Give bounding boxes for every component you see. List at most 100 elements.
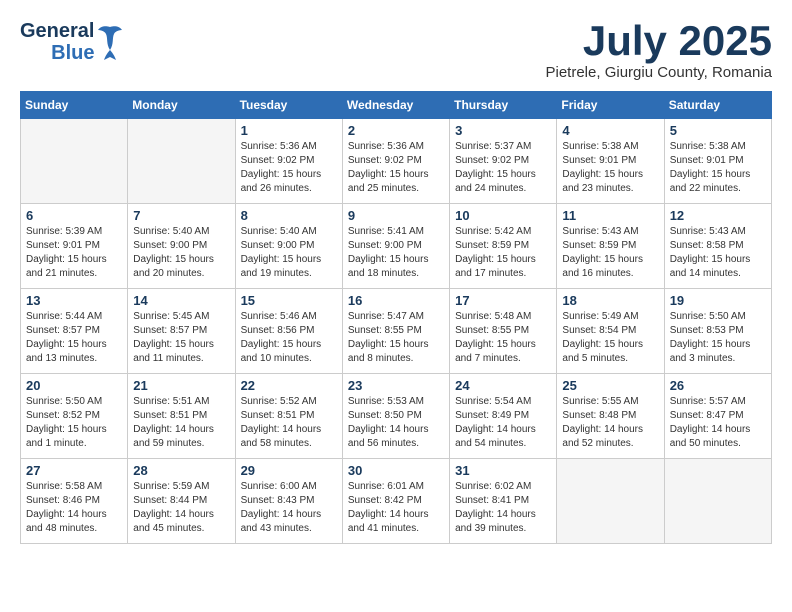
weekday-header-saturday: Saturday — [664, 92, 771, 119]
day-info: Sunrise: 5:50 AM Sunset: 8:53 PM Dayligh… — [670, 310, 766, 366]
day-info: Sunrise: 6:00 AM Sunset: 8:43 PM Dayligh… — [241, 480, 337, 536]
day-number: 30 — [348, 463, 444, 478]
calendar-cell: 21 Sunrise: 5:51 AM Sunset: 8:51 PM Dayli… — [128, 374, 235, 459]
day-number: 31 — [455, 463, 551, 478]
calendar-cell — [664, 459, 771, 544]
day-number: 18 — [562, 293, 658, 308]
calendar-cell: 4 Sunrise: 5:38 AM Sunset: 9:01 PM Daylig… — [557, 119, 664, 204]
week-row-4: 20 Sunrise: 5:50 AM Sunset: 8:52 PM Dayli… — [21, 374, 772, 459]
week-row-1: 1 Sunrise: 5:36 AM Sunset: 9:02 PM Daylig… — [21, 119, 772, 204]
day-info: Sunrise: 5:55 AM Sunset: 8:48 PM Dayligh… — [562, 395, 658, 451]
day-info: Sunrise: 5:40 AM Sunset: 9:00 PM Dayligh… — [133, 225, 229, 281]
day-info: Sunrise: 6:01 AM Sunset: 8:42 PM Dayligh… — [348, 480, 444, 536]
calendar-cell: 15Sunrise: 5:46 AM Sunset: 8:56 PM Dayli… — [235, 289, 342, 374]
day-number: 23 — [348, 378, 444, 393]
calendar-cell: 30 Sunrise: 6:01 AM Sunset: 8:42 PM Dayli… — [342, 459, 449, 544]
weekday-header-tuesday: Tuesday — [235, 92, 342, 119]
day-number: 20 — [26, 378, 122, 393]
day-number: 14 — [133, 293, 229, 308]
day-info: Sunrise: 5:44 AM Sunset: 8:57 PM Dayligh… — [26, 310, 122, 366]
day-info: Sunrise: 5:51 AM Sunset: 8:51 PM Dayligh… — [133, 395, 229, 451]
day-number: 22 — [241, 378, 337, 393]
day-info: Sunrise: 5:48 AM Sunset: 8:55 PM Dayligh… — [455, 310, 551, 366]
weekday-header-sunday: Sunday — [21, 92, 128, 119]
day-number: 13 — [26, 293, 122, 308]
day-number: 2 — [348, 123, 444, 138]
day-number: 6 — [26, 208, 122, 223]
weekday-header-monday: Monday — [128, 92, 235, 119]
day-number: 12 — [670, 208, 766, 223]
day-number: 26 — [670, 378, 766, 393]
week-row-3: 13 Sunrise: 5:44 AM Sunset: 8:57 PM Dayli… — [21, 289, 772, 374]
calendar-cell: 16 Sunrise: 5:47 AM Sunset: 8:55 PM Dayli… — [342, 289, 449, 374]
calendar-cell: 6 Sunrise: 5:39 AM Sunset: 9:01 PM Daylig… — [21, 204, 128, 289]
day-info: Sunrise: 5:53 AM Sunset: 8:50 PM Dayligh… — [348, 395, 444, 451]
calendar-cell: 12 Sunrise: 5:43 AM Sunset: 8:58 PM Dayli… — [664, 204, 771, 289]
day-number: 24 — [455, 378, 551, 393]
calendar-cell: 11 Sunrise: 5:43 AM Sunset: 8:59 PM Dayli… — [557, 204, 664, 289]
day-info: Sunrise: 5:36 AM Sunset: 9:02 PM Dayligh… — [241, 140, 337, 196]
calendar-cell — [21, 119, 128, 204]
calendar-cell: 2Sunrise: 5:36 AM Sunset: 9:02 PM Daylig… — [342, 119, 449, 204]
calendar-cell: 7 Sunrise: 5:40 AM Sunset: 9:00 PM Daylig… — [128, 204, 235, 289]
day-number: 1 — [241, 123, 337, 138]
day-info: Sunrise: 5:45 AM Sunset: 8:57 PM Dayligh… — [133, 310, 229, 366]
calendar-table: SundayMondayTuesdayWednesdayThursdayFrid… — [20, 91, 772, 544]
logo: General Blue — [20, 20, 124, 64]
day-number: 10 — [455, 208, 551, 223]
location-subtitle: Pietrele, Giurgiu County, Romania — [546, 64, 773, 81]
weekday-header-thursday: Thursday — [450, 92, 557, 119]
day-info: Sunrise: 5:43 AM Sunset: 8:59 PM Dayligh… — [562, 225, 658, 281]
day-info: Sunrise: 5:58 AM Sunset: 8:46 PM Dayligh… — [26, 480, 122, 536]
day-info: Sunrise: 5:54 AM Sunset: 8:49 PM Dayligh… — [455, 395, 551, 451]
day-number: 4 — [562, 123, 658, 138]
day-info: Sunrise: 5:38 AM Sunset: 9:01 PM Dayligh… — [562, 140, 658, 196]
calendar-cell: 13 Sunrise: 5:44 AM Sunset: 8:57 PM Dayli… — [21, 289, 128, 374]
day-info: Sunrise: 5:41 AM Sunset: 9:00 PM Dayligh… — [348, 225, 444, 281]
day-number: 27 — [26, 463, 122, 478]
calendar-cell: 18Sunrise: 5:49 AM Sunset: 8:54 PM Dayli… — [557, 289, 664, 374]
calendar-cell: 24 Sunrise: 5:54 AM Sunset: 8:49 PM Dayli… — [450, 374, 557, 459]
calendar-cell: 9Sunrise: 5:41 AM Sunset: 9:00 PM Daylig… — [342, 204, 449, 289]
calendar-cell: 3Sunrise: 5:37 AM Sunset: 9:02 PM Daylig… — [450, 119, 557, 204]
page-header: General Blue July 2025 Pietrele, Giurgiu… — [20, 20, 772, 81]
calendar-cell: 27 Sunrise: 5:58 AM Sunset: 8:46 PM Dayli… — [21, 459, 128, 544]
logo-bird-icon — [96, 22, 124, 62]
calendar-cell: 23 Sunrise: 5:53 AM Sunset: 8:50 PM Dayli… — [342, 374, 449, 459]
day-number: 11 — [562, 208, 658, 223]
calendar-cell: 8Sunrise: 5:40 AM Sunset: 9:00 PM Daylig… — [235, 204, 342, 289]
calendar-cell: 1 Sunrise: 5:36 AM Sunset: 9:02 PM Daylig… — [235, 119, 342, 204]
calendar-cell — [557, 459, 664, 544]
day-info: Sunrise: 5:46 AM Sunset: 8:56 PM Dayligh… — [241, 310, 337, 366]
day-number: 16 — [348, 293, 444, 308]
calendar-cell: 26 Sunrise: 5:57 AM Sunset: 8:47 PM Dayli… — [664, 374, 771, 459]
logo-general: General — [20, 20, 94, 42]
calendar-cell: 31Sunrise: 6:02 AM Sunset: 8:41 PM Dayli… — [450, 459, 557, 544]
calendar-cell: 17 Sunrise: 5:48 AM Sunset: 8:55 PM Dayli… — [450, 289, 557, 374]
weekday-header-wednesday: Wednesday — [342, 92, 449, 119]
day-number: 25 — [562, 378, 658, 393]
weekday-header-friday: Friday — [557, 92, 664, 119]
month-title: July 2025 — [546, 20, 773, 62]
day-info: Sunrise: 5:39 AM Sunset: 9:01 PM Dayligh… — [26, 225, 122, 281]
logo-blue: Blue — [51, 42, 94, 64]
day-info: Sunrise: 5:57 AM Sunset: 8:47 PM Dayligh… — [670, 395, 766, 451]
day-number: 21 — [133, 378, 229, 393]
day-number: 5 — [670, 123, 766, 138]
calendar-cell: 29Sunrise: 6:00 AM Sunset: 8:43 PM Dayli… — [235, 459, 342, 544]
day-info: Sunrise: 5:59 AM Sunset: 8:44 PM Dayligh… — [133, 480, 229, 536]
title-block: July 2025 Pietrele, Giurgiu County, Roma… — [546, 20, 773, 81]
calendar-cell: 20 Sunrise: 5:50 AM Sunset: 8:52 PM Dayli… — [21, 374, 128, 459]
calendar-cell: 19Sunrise: 5:50 AM Sunset: 8:53 PM Dayli… — [664, 289, 771, 374]
day-number: 3 — [455, 123, 551, 138]
week-row-2: 6 Sunrise: 5:39 AM Sunset: 9:01 PM Daylig… — [21, 204, 772, 289]
day-number: 28 — [133, 463, 229, 478]
calendar-cell: 14 Sunrise: 5:45 AM Sunset: 8:57 PM Dayli… — [128, 289, 235, 374]
day-info: Sunrise: 5:47 AM Sunset: 8:55 PM Dayligh… — [348, 310, 444, 366]
day-number: 7 — [133, 208, 229, 223]
calendar-cell: 25 Sunrise: 5:55 AM Sunset: 8:48 PM Dayli… — [557, 374, 664, 459]
day-number: 17 — [455, 293, 551, 308]
day-info: Sunrise: 5:50 AM Sunset: 8:52 PM Dayligh… — [26, 395, 122, 451]
day-info: Sunrise: 5:43 AM Sunset: 8:58 PM Dayligh… — [670, 225, 766, 281]
day-info: Sunrise: 5:40 AM Sunset: 9:00 PM Dayligh… — [241, 225, 337, 281]
